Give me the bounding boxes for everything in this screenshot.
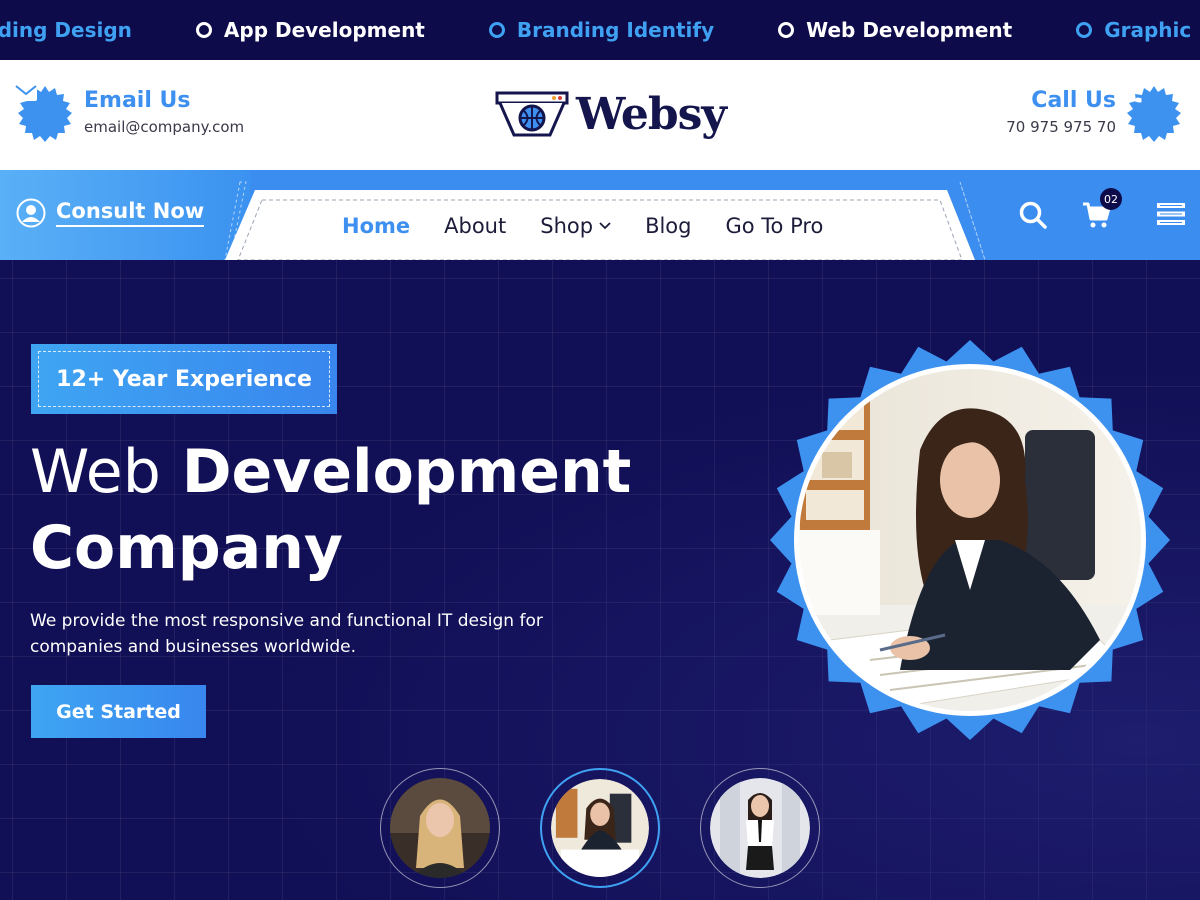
hero-title-light: Web (30, 437, 161, 507)
main-menu: Home About Shop Blog Go To Pro (342, 214, 857, 238)
nav-item-label: Blog (645, 214, 692, 238)
get-started-button[interactable]: Get Started (31, 685, 206, 738)
experience-badge-label: 12+ Year Experience (38, 351, 330, 407)
thumbnail-image (551, 779, 649, 877)
ticker-track: anding Design App Development Branding I… (0, 0, 1200, 60)
nav-item-home[interactable]: Home (342, 214, 410, 238)
search-icon (1019, 201, 1047, 229)
consult-now-button[interactable]: Consult Now (16, 198, 205, 228)
ticker-item-label: Web Development (806, 18, 1013, 42)
hero-title-line2: Company (30, 513, 344, 583)
hero-photo (770, 340, 1170, 740)
nav-item-label: Home (342, 214, 411, 238)
user-icon (16, 198, 46, 228)
cart-count-badge: 02 (1100, 188, 1122, 210)
call-title: Call Us (1031, 88, 1116, 113)
menu-icon (1157, 203, 1185, 225)
nav-item-label: About (444, 214, 507, 238)
ring-bullet-icon (1076, 22, 1093, 38)
menu-toggle-button[interactable] (1156, 200, 1186, 232)
hero-thumbnail-3[interactable] (700, 768, 820, 888)
email-address[interactable]: email@company.com (84, 118, 244, 136)
hero-title: Web Development Company (30, 434, 730, 586)
logo-text: Websy (576, 88, 727, 140)
hero-section: 12+ Year Experience Web Development Comp… (0, 260, 1200, 900)
nav-item-label: Go To Pro (725, 214, 824, 238)
cart-button[interactable]: 02 (1082, 188, 1122, 234)
experience-badge: 12+ Year Experience (31, 344, 337, 414)
ticker-item-branding-identify[interactable]: Branding Identify (488, 18, 715, 42)
nav-item-go-to-pro[interactable]: Go To Pro (725, 214, 823, 238)
ring-bullet-icon (488, 22, 505, 38)
phone-badge[interactable] (1124, 85, 1184, 145)
ticker-item-branding-design[interactable]: anding Design (0, 18, 132, 42)
logo-icon (495, 91, 569, 137)
hero-thumbnail-1[interactable] (380, 768, 500, 888)
email-title: Email Us (84, 88, 191, 113)
hero-description: We provide the most responsive and funct… (30, 611, 543, 657)
ticker-item-label: anding Design (0, 18, 132, 42)
main-navbar: Consult Now Home About Shop Blog Go To P… (0, 170, 1200, 260)
search-button[interactable] (1018, 200, 1048, 234)
ring-bullet-icon (778, 22, 795, 38)
consult-now-label: Consult Now (56, 199, 205, 227)
phone-number[interactable]: 70 975 975 70 (1006, 118, 1116, 136)
hero-thumbnail-2[interactable] (540, 768, 660, 888)
ticker-item-web-development[interactable]: Web Development (778, 18, 1012, 42)
site-logo[interactable]: Websy (494, 84, 727, 144)
ticker-item-app-development[interactable]: App Development (195, 18, 425, 42)
ring-bullet-icon (195, 22, 212, 38)
nav-item-blog[interactable]: Blog (645, 214, 691, 238)
thumbnail-image (390, 778, 490, 878)
nav-item-label: Shop (540, 214, 594, 238)
ticker-item-label: Graphic Design (1104, 18, 1200, 42)
site-header: Email Us email@company.com Websy Call Us… (0, 60, 1200, 170)
chevron-down-icon (599, 222, 611, 230)
phone-icon (1124, 85, 1184, 145)
top-ticker: anding Design App Development Branding I… (0, 0, 1200, 60)
hero-title-bold: Development (181, 437, 632, 507)
nav-item-about[interactable]: About (444, 214, 506, 238)
nav-item-shop[interactable]: Shop (540, 214, 611, 238)
ticker-item-label: Branding Identify (516, 18, 715, 42)
thumbnail-image (710, 778, 810, 878)
ticker-item-label: App Development (223, 18, 425, 42)
ticker-item-graphic-design[interactable]: Graphic Design (1076, 18, 1200, 42)
email-badge[interactable] (15, 85, 75, 145)
email-icon (15, 85, 75, 145)
